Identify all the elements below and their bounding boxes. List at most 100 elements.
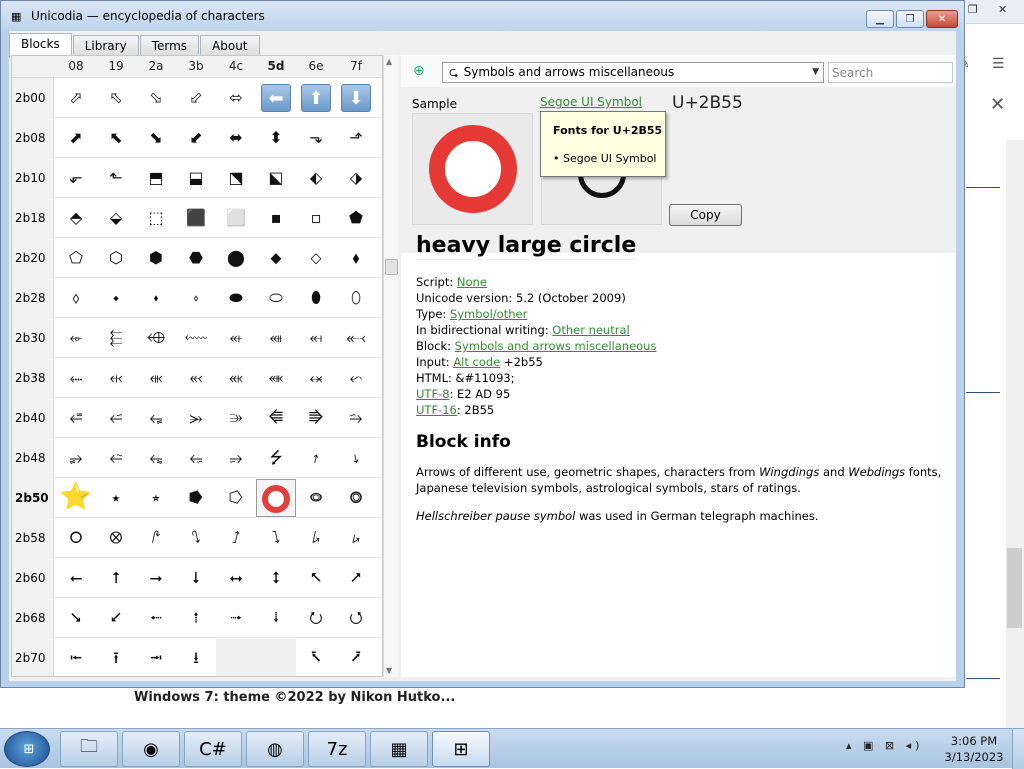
grid-scrollbar[interactable]: ▲ ▼ (383, 55, 398, 677)
show-desktop-button[interactable] (1012, 729, 1024, 769)
character-cell[interactable]: ⬽ (256, 359, 296, 397)
taskbar-app-button[interactable]: 7z (308, 731, 366, 767)
utf16-link[interactable]: UTF-16 (416, 403, 457, 417)
character-cell[interactable]: ⭯ (336, 599, 376, 637)
character-cell[interactable]: ⬥ (256, 239, 296, 277)
character-cell[interactable]: ⭛ (176, 519, 216, 557)
character-cell[interactable]: ⬢ (136, 239, 176, 277)
close-button[interactable]: ✕ (926, 10, 958, 28)
block-select[interactable]: ⮎ Symbols and arrows miscellaneous ▼ (442, 62, 824, 83)
character-cell[interactable]: ⬟ (336, 199, 376, 237)
character-cell[interactable]: ⬛ (176, 199, 216, 237)
character-cell[interactable]: ⭖ (296, 479, 336, 517)
type-link[interactable]: Symbol/other (450, 307, 527, 321)
search-input[interactable] (828, 62, 953, 83)
character-cell[interactable]: ⭫ (176, 599, 216, 637)
character-cell[interactable]: ⬼ (216, 359, 256, 397)
character-cell[interactable]: ⭜ (216, 519, 256, 557)
character-cell[interactable]: ⭲ (136, 639, 176, 676)
character-cell[interactable]: ⬙ (96, 199, 136, 237)
character-cell[interactable]: ⭱ (96, 639, 136, 676)
character-cell[interactable]: ⭗ (336, 479, 376, 517)
maximize-button[interactable]: ❐ (896, 10, 924, 28)
character-cell[interactable]: ⬎ (296, 119, 336, 157)
character-cell[interactable]: ⬓ (176, 159, 216, 197)
character-cell[interactable] (256, 639, 296, 676)
font-link[interactable]: Segoe UI Symbol (540, 95, 642, 109)
character-cell[interactable]: ⬏ (336, 119, 376, 157)
character-cell[interactable]: ⭋ (176, 439, 216, 477)
character-cell[interactable]: ⬫ (176, 279, 216, 317)
character-cell[interactable]: ⬌ (216, 119, 256, 157)
character-cell[interactable]: ⬯ (336, 279, 376, 317)
character-cell[interactable]: ⭍ (256, 439, 296, 477)
minimize-button[interactable]: ▁ (866, 10, 894, 28)
character-cell[interactable]: ▪ (256, 199, 296, 237)
copy-button[interactable]: Copy (669, 204, 742, 226)
character-cell[interactable]: ⬻ (176, 359, 216, 397)
character-cell[interactable]: ⭭ (256, 599, 296, 637)
character-cell[interactable]: ⬾ (296, 359, 336, 397)
character-cell[interactable]: ⬴ (216, 319, 256, 357)
character-cell[interactable]: ⭎ (296, 439, 336, 477)
taskbar-app-button[interactable]: ◍ (246, 731, 304, 767)
character-cell[interactable]: ⭷ (336, 639, 376, 676)
character-cell[interactable]: ⬩ (96, 279, 136, 317)
taskbar-app-button[interactable]: ◉ (122, 731, 180, 767)
character-cell[interactable]: ⭤ (216, 559, 256, 597)
character-cell[interactable]: ⭊ (136, 439, 176, 477)
character-cell[interactable]: ⬷ (336, 319, 376, 357)
character-cell[interactable]: ⬆ (296, 79, 336, 117)
block-link[interactable]: Symbols and arrows miscellaneous (455, 339, 657, 353)
character-cell[interactable]: ⭝ (256, 519, 296, 557)
scroll-up-icon[interactable]: ▲ (386, 57, 392, 66)
character-cell[interactable]: ⭙ (96, 519, 136, 557)
character-cell[interactable]: ⭟ (336, 519, 376, 557)
character-cell[interactable]: ⬱ (96, 319, 136, 357)
character-cell[interactable] (256, 479, 296, 517)
character-cell[interactable]: ⭞ (296, 519, 336, 557)
character-cell[interactable]: ⭬ (216, 599, 256, 637)
character-cell[interactable]: ⬚ (136, 199, 176, 237)
character-cell[interactable]: ⭐ (56, 479, 96, 517)
character-cell[interactable]: ⬲ (136, 319, 176, 357)
character-cell[interactable]: ⬮ (296, 279, 336, 317)
clock[interactable]: 3:06 PM 3/13/2023 (944, 733, 1004, 765)
taskbar-app-button[interactable]: 🗀 (60, 731, 118, 767)
character-cell[interactable]: ⭆ (296, 399, 336, 437)
character-cell[interactable]: ⭘ (56, 519, 96, 557)
character-cell[interactable]: ⭒ (136, 479, 176, 517)
character-cell[interactable]: ⭰ (56, 639, 96, 676)
character-cell[interactable]: ⭅ (256, 399, 296, 437)
character-cell[interactable]: ⭡ (96, 559, 136, 597)
character-cell[interactable]: ⬹ (96, 359, 136, 397)
tab-terms[interactable]: Terms (139, 35, 200, 57)
character-cell[interactable]: ⭂ (136, 399, 176, 437)
character-cell[interactable]: ⭔ (216, 479, 256, 517)
character-cell[interactable]: ⬇ (336, 79, 376, 117)
character-cell[interactable]: ⬒ (136, 159, 176, 197)
character-cell[interactable]: ⭣ (176, 559, 216, 597)
character-cell[interactable]: ⬪ (136, 279, 176, 317)
character-cell[interactable]: ▫ (296, 199, 336, 237)
character-cell[interactable]: ⭌ (216, 439, 256, 477)
character-cell[interactable] (216, 639, 256, 676)
character-cell[interactable]: ⬂ (136, 79, 176, 117)
character-cell[interactable]: ⬨ (56, 279, 96, 317)
character-cell[interactable]: ⬶ (296, 319, 336, 357)
character-cell[interactable]: ⭉ (96, 439, 136, 477)
character-cell[interactable]: ⬜ (216, 199, 256, 237)
alt-code-link[interactable]: Alt code (453, 355, 500, 369)
tab-about[interactable]: About (200, 35, 260, 57)
character-cell[interactable]: ⬅ (256, 79, 296, 117)
character-cell[interactable]: ⭁ (96, 399, 136, 437)
character-cell[interactable]: ⭈ (56, 439, 96, 477)
character-cell[interactable]: ⬬ (216, 279, 256, 317)
character-cell[interactable]: ⭄ (216, 399, 256, 437)
character-cell[interactable]: ⬈ (56, 119, 96, 157)
taskbar-app-button[interactable]: ⊞ (432, 731, 490, 767)
character-cell[interactable]: ⭢ (136, 559, 176, 597)
tab-library[interactable]: Library (72, 35, 139, 57)
character-cell[interactable]: ⬔ (216, 159, 256, 197)
character-cell[interactable]: ⭦ (296, 559, 336, 597)
